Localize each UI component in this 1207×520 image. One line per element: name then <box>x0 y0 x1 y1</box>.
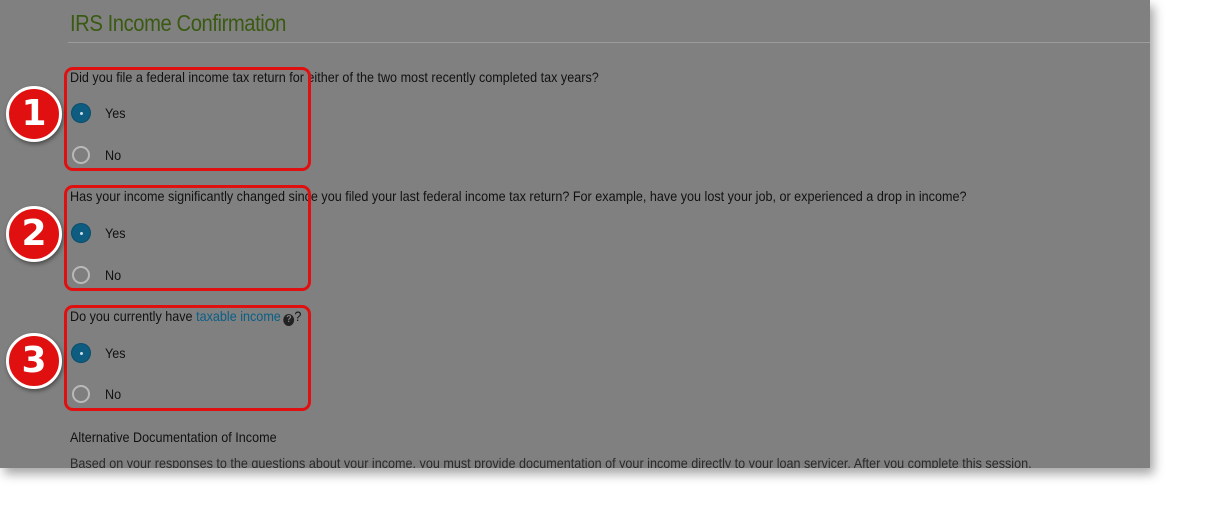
section-body: Based on your responses to the questions… <box>70 455 1032 468</box>
section-heading: Alternative Documentation of Income <box>70 429 277 445</box>
highlight-box-2 <box>64 185 311 291</box>
page-title: IRS Income Confirmation <box>70 10 286 36</box>
step-badge-1: 1 <box>6 86 62 142</box>
highlight-box-1 <box>64 67 311 171</box>
highlight-box-3 <box>64 305 311 411</box>
step-badge-2: 2 <box>6 206 62 262</box>
title-divider <box>68 42 1150 43</box>
step-badge-3: 3 <box>6 333 62 389</box>
